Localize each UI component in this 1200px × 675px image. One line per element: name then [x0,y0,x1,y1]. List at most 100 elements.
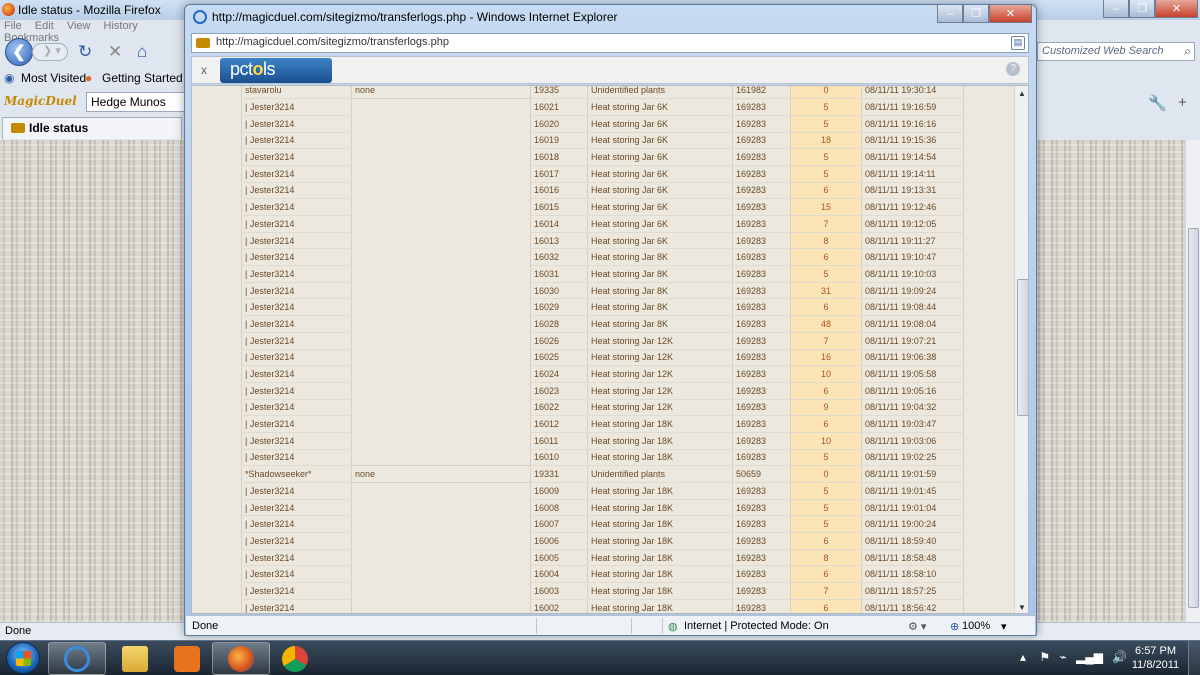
bookmarks-toolbar: ◉ Most Visited ● Getting Started [0,68,190,88]
bookmark-getting-started[interactable]: Getting Started [102,71,183,85]
volume-icon[interactable]: 🔊 [1112,650,1127,664]
log-owner-id: 169283 [732,198,791,216]
network-icon[interactable]: ▂▄▆ [1076,650,1103,664]
new-tab-icon[interactable]: + [1178,94,1187,111]
windows-logo-icon [16,651,31,666]
zoom-dropdown-icon[interactable]: ▾ [1001,620,1007,633]
menu-history[interactable]: History [104,20,138,32]
page-icon[interactable]: ▤ [1011,36,1025,50]
zoom-icon[interactable]: ⊕ [950,620,959,633]
scrollbar-thumb[interactable] [1188,228,1199,608]
magicduel-logo[interactable]: MagicDuel [4,94,77,108]
ie-close-button[interactable]: ✕ [989,5,1032,23]
ie-icon [193,10,207,24]
log-timestamp: 08/11/11 19:04:32 [861,399,964,417]
ie-scrollbar-thumb[interactable] [1017,279,1028,416]
log-item-name: Heat storing Jar 6K [587,232,733,250]
pctools-close-button[interactable]: x [201,63,207,77]
table-row: | Jester3214 16032 Heat storing Jar 8K 1692… [241,248,964,267]
log-user: | Jester3214 [241,382,352,400]
back-button[interactable]: ❮ [5,38,33,66]
log-amount: 7 [790,215,862,233]
log-timestamp: 08/11/11 19:00:24 [861,515,964,534]
home-icon[interactable]: ⌂ [137,42,147,62]
getting-started-icon: ● [85,71,93,85]
clock-date: 11/8/2011 [1131,659,1180,671]
stop-icon[interactable]: ✕ [108,42,122,62]
log-item-name: Unidentified plants [587,86,733,100]
log-owner-id: 169283 [732,582,791,600]
log-item-name: Heat storing Jar 12K [587,349,733,367]
status-text: Done [5,625,32,637]
scroll-down-icon[interactable]: ▼ [1018,603,1026,612]
menu-edit[interactable]: Edit [35,20,54,32]
log-owner-id: 169283 [732,565,791,584]
log-user: | Jester3214 [241,399,352,417]
taskbar-firefox[interactable] [212,642,270,675]
security-zone[interactable]: Internet | Protected Mode: On [684,620,829,632]
taskbar-windows-explorer[interactable] [106,642,164,675]
log-user: | Jester3214 [241,165,352,183]
close-button[interactable]: ✕ [1155,0,1198,18]
forward-button[interactable]: ❯ ▾ [32,43,68,61]
taskbar-internet-explorer[interactable] [48,642,106,675]
address-bar[interactable]: http://magicduel.com/sitegizmo/transferl… [191,33,1029,53]
minimize-button[interactable]: – [1103,0,1129,18]
log-amount: 6 [790,415,862,433]
ie-minimize-button[interactable]: – [937,5,963,23]
log-note [351,432,531,450]
maximize-button[interactable]: ❐ [1129,0,1155,18]
chrome-icon [282,645,308,672]
log-user: | Jester3214 [241,265,352,283]
ie-window-title: http://magicduel.com/sitegizmo/transferl… [212,10,618,24]
search-icon[interactable]: ⌕ [1184,44,1191,59]
log-timestamp: 08/11/11 19:03:06 [861,432,964,450]
ie-scrollbar[interactable]: ▲ ▼ [1014,86,1028,613]
log-note [351,415,531,433]
ie-taskbar-icon [64,645,90,672]
zoom-level[interactable]: 100% [962,620,990,632]
table-row: | Jester3214 16030 Heat storing Jar 8K 1692… [241,282,964,300]
log-item-id: 16015 [530,198,588,216]
help-icon[interactable]: ? [1006,62,1020,76]
log-item-name: Heat storing Jar 8K [587,248,733,267]
start-button[interactable] [6,642,40,674]
scroll-up-icon[interactable]: ▲ [1018,89,1026,98]
reload-icon[interactable]: ↻ [78,42,92,62]
taskbar-chrome[interactable] [266,642,324,675]
pctools-logo[interactable]: pctols [220,58,332,83]
taskbar-media-player[interactable] [158,642,216,675]
table-row: | Jester3214 16012 Heat storing Jar 18K 169… [241,415,964,433]
protected-mode-icon[interactable]: ⚙ ▾ [908,620,926,633]
tab-idle-status[interactable]: Idle status [2,117,182,139]
log-item-id: 16018 [530,148,588,166]
ie-titlebar: http://magicduel.com/sitegizmo/transferl… [193,10,618,24]
log-amount: 6 [790,599,862,613]
clock[interactable]: 6:57 PM 11/8/2011 [1128,644,1183,672]
show-desktop-button[interactable] [1188,641,1200,675]
character-combo[interactable]: Hedge Munos [86,92,186,112]
log-timestamp: 08/11/11 19:08:04 [861,315,964,333]
tray-expand-icon[interactable]: ▴ [1020,650,1026,664]
bookmark-most-visited[interactable]: Most Visited [21,71,86,85]
wrench-icon[interactable]: 🔧 [1148,94,1167,112]
ie-maximize-button[interactable]: ❐ [963,5,989,23]
log-item-name: Heat storing Jar 6K [587,132,733,150]
action-center-icon[interactable]: ⚑ [1039,650,1050,664]
search-input[interactable]: Customized Web Search ⌕ [1037,42,1195,61]
usb-icon[interactable]: ⌁ [1059,650,1066,664]
log-owner-id: 169283 [732,415,791,433]
log-owner-id: 169283 [732,182,791,200]
log-item-id: 16014 [530,215,588,233]
log-amount: 16 [790,349,862,367]
log-owner-id: 169283 [732,532,791,550]
log-note [351,565,531,583]
log-timestamp: 08/11/11 19:01:04 [861,499,964,517]
log-user: | Jester3214 [241,98,352,116]
log-note [351,349,531,366]
menu-file[interactable]: File [4,20,22,32]
log-amount: 5 [790,449,862,467]
log-note [351,198,531,216]
firefox-scrollbar[interactable] [1185,140,1200,622]
menu-view[interactable]: View [67,20,91,32]
